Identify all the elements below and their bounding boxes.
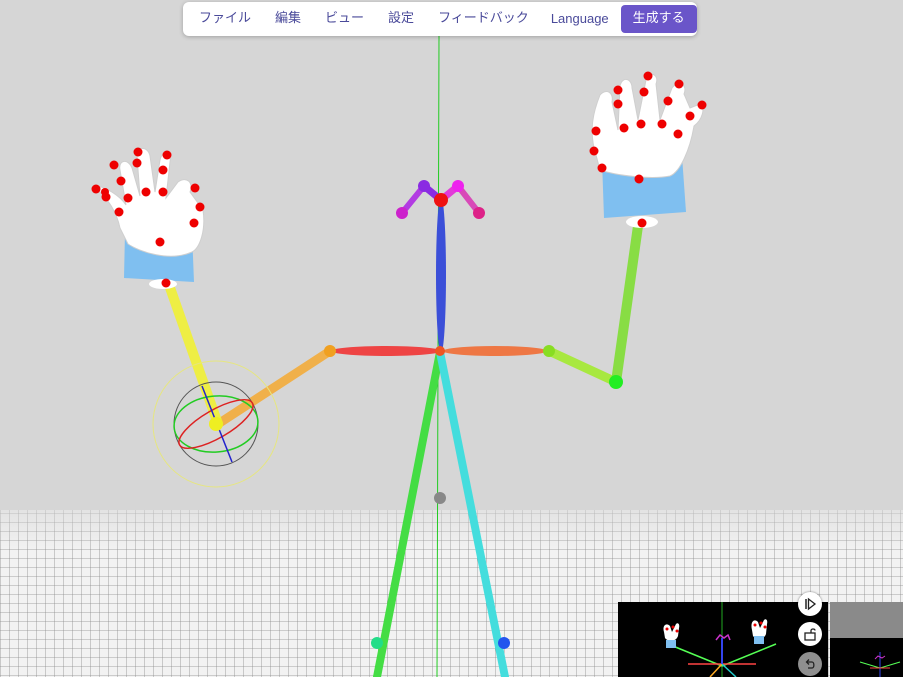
- menu-language[interactable]: Language: [541, 5, 619, 33]
- joint-neck[interactable]: [435, 346, 445, 356]
- step-play-button[interactable]: [798, 592, 822, 616]
- joint-eye-right[interactable]: [473, 207, 485, 219]
- shoulder-bone-left[interactable]: [331, 346, 441, 356]
- joint-elbow-left[interactable]: [209, 417, 223, 431]
- play-step-icon: [805, 597, 817, 611]
- menu-edit[interactable]: 編集: [263, 5, 313, 33]
- joint-nose[interactable]: [434, 193, 448, 207]
- upper-arm-right[interactable]: [544, 346, 621, 387]
- forearm-right[interactable]: [611, 221, 643, 387]
- joint-knee-right[interactable]: [498, 637, 510, 649]
- undo-icon: [805, 659, 815, 669]
- generate-button[interactable]: 生成する: [620, 5, 697, 33]
- preview-scene: [663, 602, 777, 677]
- preview-panel[interactable]: [618, 602, 828, 677]
- hand-model-left[interactable]: [91, 147, 205, 290]
- menu-view[interactable]: ビュー: [313, 5, 376, 33]
- menu-bar: ファイル 編集 ビュー 設定 フィードバック Language 生成する: [183, 2, 697, 36]
- joint-head-right[interactable]: [452, 180, 464, 192]
- joint-eye-left[interactable]: [396, 207, 408, 219]
- secondary-preview-panel[interactable]: [830, 602, 903, 677]
- rotation-gizmo[interactable]: [152, 360, 280, 488]
- joint-hip-center[interactable]: [434, 492, 446, 504]
- joint-knee-left[interactable]: [371, 637, 383, 649]
- forearm-left[interactable]: [163, 277, 223, 429]
- menu-feedback[interactable]: フィードバック: [426, 5, 541, 33]
- shoulder-bone-right[interactable]: [443, 346, 547, 356]
- upper-arm-left[interactable]: [213, 346, 335, 429]
- hand-model-right[interactable]: [589, 71, 707, 229]
- joint-shoulder-right[interactable]: [543, 345, 555, 357]
- joint-elbow-right[interactable]: [609, 375, 623, 389]
- joint-head-left[interactable]: [418, 180, 430, 192]
- menu-settings[interactable]: 設定: [376, 5, 426, 33]
- lock-button[interactable]: [798, 622, 822, 646]
- secondary-preview-scene: [859, 652, 901, 677]
- 3d-scene[interactable]: [0, 0, 903, 677]
- viewport[interactable]: ファイル 編集 ビュー 設定 フィードバック Language 生成する: [0, 0, 903, 677]
- joint-shoulder-left[interactable]: [324, 345, 336, 357]
- undo-button[interactable]: [798, 652, 822, 676]
- lock-icon: [804, 628, 816, 641]
- spine-bone[interactable]: [436, 197, 446, 353]
- menu-file[interactable]: ファイル: [187, 5, 263, 33]
